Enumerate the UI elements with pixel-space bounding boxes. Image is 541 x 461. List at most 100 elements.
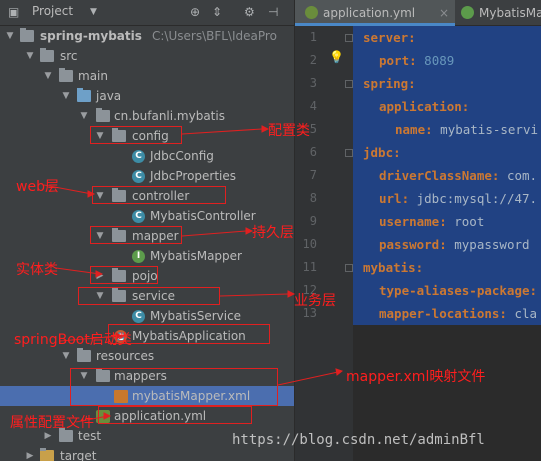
annotation-mapper-xml-label: mapper.xml映射文件	[346, 369, 486, 385]
folder-icon	[40, 48, 54, 62]
project-panel-header: ▣ Project ▼ ⊕ ⇕ ⚙ ⊣	[0, 0, 294, 26]
tree-item-label: MybatisService	[150, 309, 242, 323]
annotation-box-service	[78, 287, 220, 305]
lightbulb-icon[interactable]: 💡	[329, 50, 344, 64]
fold-marker-icon[interactable]	[345, 149, 353, 157]
annotation-box-application-yml	[98, 406, 252, 424]
annotation-config-label: 配置类	[268, 123, 310, 139]
tree-item-java[interactable]: ▼ java	[0, 86, 294, 106]
chevron-down-icon[interactable]: ▼	[90, 3, 97, 21]
annotation-mapper-label: 持久层	[252, 225, 294, 241]
close-icon[interactable]: ×	[439, 0, 449, 26]
line-number: 11	[302, 260, 317, 274]
tree-item-main[interactable]: ▼ main	[0, 66, 294, 86]
line-number: 9	[309, 214, 317, 228]
expand-arrow-icon[interactable]: ▼	[42, 66, 54, 86]
code-line: username: root	[353, 210, 541, 233]
tab-label: MybatisMap	[479, 6, 541, 20]
annotation-properties-label: 属性配置文件	[10, 415, 94, 431]
class-icon: C	[132, 170, 145, 183]
interface-icon	[461, 6, 474, 19]
annotation-springboot-label: springBoot启动类	[14, 332, 132, 348]
collapse-arrow-icon[interactable]: ▶	[24, 446, 36, 461]
tree-item-jdbc-config[interactable]: C JdbcConfig	[0, 146, 294, 166]
yaml-key: mapper-locations:	[379, 306, 507, 321]
code-line: driverClassName: com.	[353, 164, 541, 187]
code-line: port: 8089	[353, 49, 541, 72]
expand-arrow-icon[interactable]: ▼	[60, 86, 72, 106]
yaml-file-icon	[305, 6, 318, 19]
interface-icon: I	[132, 250, 145, 263]
code-line: mybatis:	[353, 256, 541, 279]
tab-mybatis-mapper[interactable]: MybatisMap	[455, 0, 541, 26]
hide-icon[interactable]: ⊣	[268, 3, 278, 21]
yaml-value: mybatis-servi	[432, 122, 538, 137]
yaml-value: com.	[499, 168, 538, 183]
annotation-box-mapper	[90, 226, 182, 244]
tree-item-path: C:\Users\BFL\IdeaPro	[152, 29, 277, 43]
annotation-box-application	[108, 324, 270, 344]
tab-application-yml[interactable]: application.yml ×	[295, 0, 455, 26]
yaml-value: root	[446, 214, 485, 229]
folder-icon	[20, 28, 34, 42]
yaml-value: jdbc:mysql://47.	[409, 191, 538, 206]
collapse-icon[interactable]: ⇕	[212, 3, 222, 21]
gear-icon[interactable]: ⚙	[244, 3, 255, 21]
fold-marker-icon[interactable]	[345, 34, 353, 42]
excluded-folder-icon	[40, 448, 54, 461]
code-line: type-aliases-package:	[353, 279, 541, 302]
code-line: name: mybatis-servi	[353, 118, 541, 141]
line-number: 1	[309, 30, 317, 44]
tree-item-resources[interactable]: ▼ resources	[0, 346, 294, 366]
line-number: 8	[309, 191, 317, 205]
annotation-box-controller	[92, 186, 226, 204]
expand-arrow-icon[interactable]: ▼	[24, 46, 36, 66]
code-line: mapper-locations: cla	[353, 302, 541, 325]
class-icon: C	[132, 310, 145, 323]
tree-item-label: resources	[96, 349, 155, 363]
tree-item-label: cn.bufanli.mybatis	[114, 109, 225, 123]
fold-marker-icon[interactable]	[345, 80, 353, 88]
yaml-key: url:	[379, 191, 410, 206]
tree-item-label: spring-mybatis	[40, 29, 142, 43]
annotation-box-mappers	[70, 368, 278, 406]
yaml-value: mypassword	[446, 237, 530, 252]
yaml-key: mybatis:	[363, 260, 424, 275]
tab-label: application.yml	[323, 6, 416, 20]
line-number: 10	[302, 237, 317, 251]
code-line: jdbc:	[353, 141, 541, 164]
tree-item-root[interactable]: ▼ spring-mybatis C:\Users\BFL\IdeaPro	[0, 26, 294, 46]
tree-item-label: JdbcProperties	[150, 169, 237, 183]
tree-item-label: java	[96, 89, 122, 103]
tree-item-label: JdbcConfig	[150, 149, 214, 163]
yaml-value: 8089	[416, 53, 455, 68]
project-view-icon: ▣	[8, 5, 20, 19]
tree-item-target[interactable]: ▶ target	[0, 446, 294, 461]
yaml-key: server:	[363, 30, 416, 45]
yaml-key: jdbc:	[363, 145, 401, 160]
resources-folder-icon	[77, 348, 91, 362]
yaml-key: username:	[379, 214, 447, 229]
yaml-key: port:	[379, 53, 417, 68]
annotation-web-label: web层	[16, 179, 59, 195]
annotation-service-label: 业务层	[294, 293, 336, 309]
expand-arrow-icon[interactable]: ▼	[4, 26, 16, 46]
expand-arrow-icon[interactable]: ▼	[78, 106, 90, 126]
tree-item-mybatis-controller[interactable]: C MybatisController	[0, 206, 294, 226]
line-number: 4	[309, 99, 317, 113]
tree-item-src[interactable]: ▼ src	[0, 46, 294, 66]
code-area[interactable]: server: port: 8089 spring: application: …	[353, 26, 541, 461]
fold-marker-icon[interactable]	[345, 264, 353, 272]
package-icon	[96, 108, 110, 122]
code-editor: application.yml × MybatisMap 1 2 3 4 5 6…	[294, 0, 541, 461]
line-number: 3	[309, 76, 317, 90]
expand-arrow-icon[interactable]: ▼	[60, 346, 72, 366]
yaml-key: application:	[379, 99, 470, 114]
code-line: url: jdbc:mysql://47.	[353, 187, 541, 210]
tree-item-package[interactable]: ▼ cn.bufanli.mybatis	[0, 106, 294, 126]
tree-item-mybatis-service[interactable]: C MybatisService	[0, 306, 294, 326]
code-line: server:	[353, 26, 541, 49]
globe-icon[interactable]: ⊕	[190, 3, 200, 21]
line-number: 2	[309, 53, 317, 67]
project-view-selector[interactable]: Project	[32, 4, 73, 18]
